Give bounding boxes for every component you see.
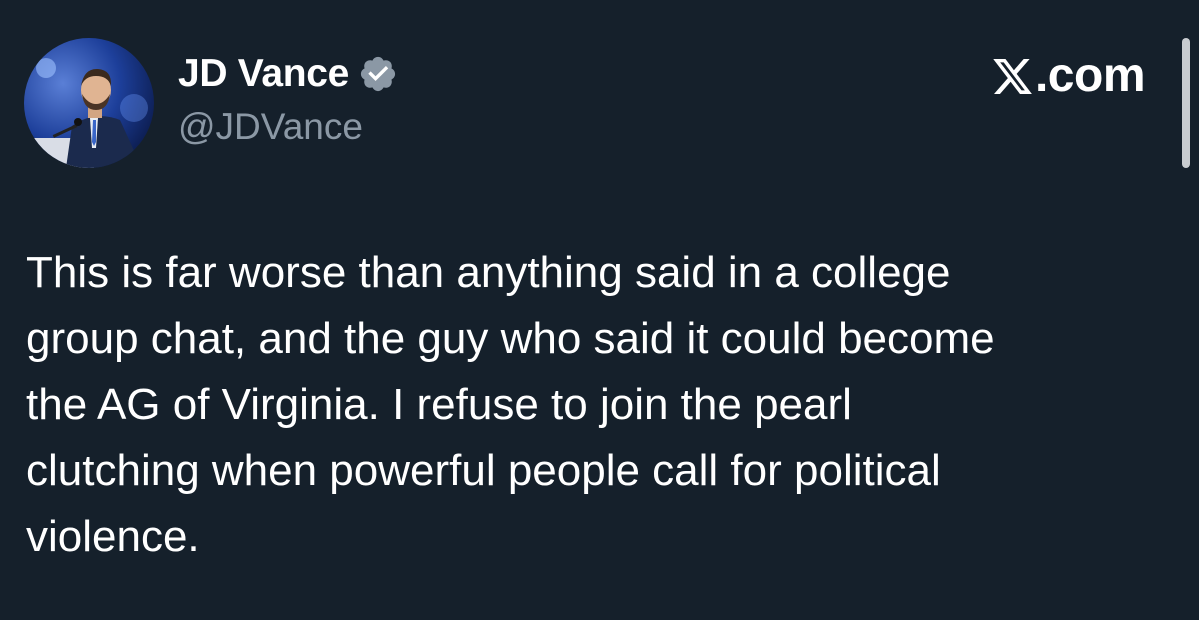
avatar-image — [24, 38, 154, 168]
x-logo-icon — [993, 58, 1032, 94]
author-name-row: JD Vance — [178, 48, 398, 100]
scrollbar[interactable] — [1182, 38, 1190, 168]
verified-badge-icon — [360, 56, 396, 92]
site-logo: .com — [991, 48, 1146, 104]
author-display-name[interactable]: JD Vance — [178, 52, 349, 96]
avatar[interactable] — [24, 38, 154, 168]
author-handle[interactable]: @JDVance — [178, 106, 363, 148]
tweet-text: This is far worse than anything said in … — [26, 248, 995, 561]
site-domain-suffix: .com — [1034, 49, 1146, 102]
tweet-card: JD Vance @JDVance .com This is far worse… — [0, 0, 1199, 620]
